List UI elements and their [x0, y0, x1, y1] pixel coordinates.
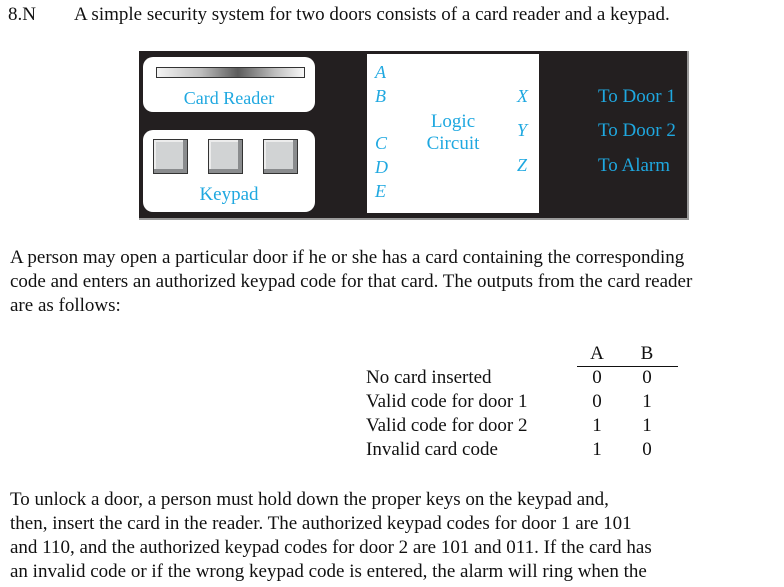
logic-circuit-label: Logic Circuit — [417, 111, 489, 155]
paragraph-line: and 110, and the authorized keypad codes… — [10, 537, 652, 558]
destination-alarm: To Alarm — [598, 155, 671, 176]
table-row: Valid code for door 2 1 1 — [366, 415, 686, 439]
table-row: Invalid card code 1 0 — [366, 439, 686, 463]
row-label: Invalid card code — [366, 439, 498, 460]
input-signal-a: A — [375, 62, 386, 82]
row-value-b: 0 — [642, 367, 652, 388]
input-signal-d: D — [375, 157, 388, 177]
table-header-a: A — [590, 343, 604, 364]
paragraph-line: To unlock a door, a person must hold dow… — [10, 489, 609, 510]
row-value-a: 0 — [592, 367, 602, 388]
input-signal-e: E — [375, 181, 386, 201]
row-value-a: 1 — [592, 439, 602, 460]
paragraph-line: an invalid code or if the wrong keypad c… — [10, 561, 647, 582]
paragraph-line: then, insert the card in the reader. The… — [10, 513, 632, 534]
problem-number: 8.N — [8, 4, 36, 25]
keypad-key — [208, 139, 243, 174]
paragraph-card-requirements: A person may open a particular door if h… — [10, 246, 692, 318]
keypad: Keypad — [143, 130, 315, 212]
card-slot — [156, 67, 305, 78]
card-reader-label: Card Reader — [183, 88, 275, 108]
logic-circuit-box: A B C D E Logic Circuit X Y Z — [367, 54, 539, 213]
keypad-key — [263, 139, 298, 174]
problem-intro: A simple security system for two doors c… — [74, 4, 670, 25]
logic-label-line1: Logic — [430, 111, 476, 132]
row-value-b: 1 — [642, 415, 652, 436]
input-signal-c: C — [375, 133, 388, 153]
table-row: No card inserted 0 0 — [366, 367, 686, 391]
destination-door-2: To Door 2 — [598, 120, 676, 141]
output-signal-z: Z — [517, 155, 528, 175]
output-signal-x: X — [517, 86, 528, 106]
security-system-diagram: Card Reader Keypad A B C D E Logic Circu… — [139, 51, 689, 220]
paragraph-line: are as follows: — [10, 295, 121, 316]
output-signal-y: Y — [517, 120, 528, 140]
row-label: Valid code for door 2 — [366, 415, 528, 436]
row-value-a: 0 — [592, 391, 602, 412]
logic-label-line2: Circuit — [426, 133, 480, 154]
row-value-b: 0 — [642, 439, 652, 460]
keypad-label: Keypad — [199, 184, 259, 205]
row-label: Valid code for door 1 — [366, 391, 528, 412]
keypad-key — [153, 139, 188, 174]
row-value-a: 1 — [592, 415, 602, 436]
table-row: Valid code for door 1 0 1 — [366, 391, 686, 415]
paragraph-line: code and enters an authorized keypad cod… — [10, 271, 693, 292]
destination-door-1: To Door 1 — [598, 86, 676, 107]
paragraph-unlock-procedure: To unlock a door, a person must hold dow… — [10, 488, 652, 584]
row-label: No card inserted — [366, 367, 492, 388]
paragraph-line: A person may open a particular door if h… — [10, 247, 685, 268]
input-signal-b: B — [375, 86, 386, 106]
row-value-b: 1 — [642, 391, 652, 412]
table-header-b: B — [640, 343, 654, 364]
card-reader: Card Reader — [143, 57, 315, 112]
